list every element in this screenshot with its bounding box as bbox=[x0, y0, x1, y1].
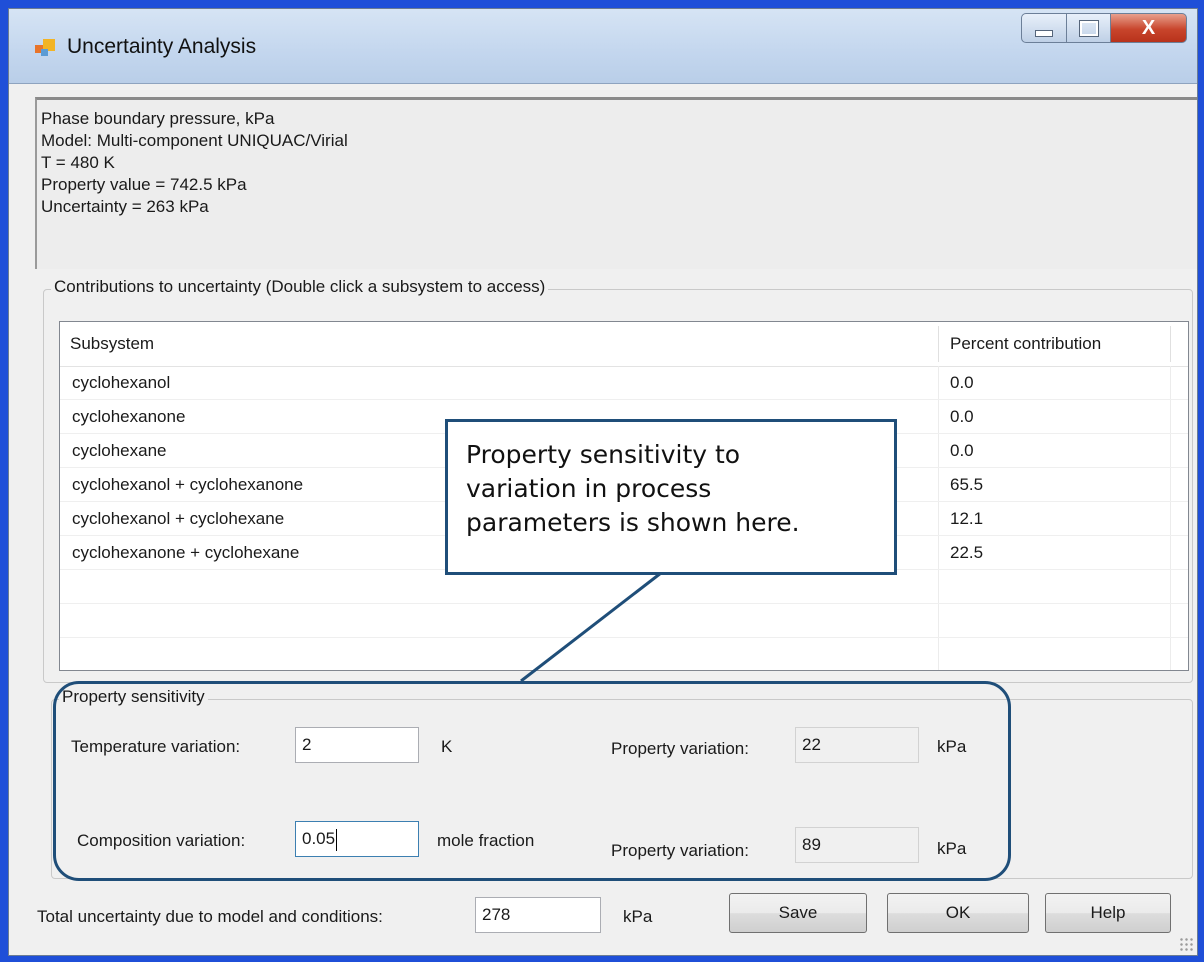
total-uncertainty-label: Total uncertainty due to model and condi… bbox=[37, 907, 383, 926]
info-line: T = 480 K bbox=[41, 153, 115, 172]
total-uncertainty-unit: kPa bbox=[623, 907, 653, 926]
column-header-percent[interactable]: Percent contribution bbox=[940, 322, 1170, 366]
uncertainty-analysis-window: Uncertainty Analysis X Phase boundary pr… bbox=[8, 8, 1198, 956]
window-controls: X bbox=[1021, 13, 1187, 45]
subsystem-name: cyclohexanone bbox=[72, 407, 186, 426]
info-line: Model: Multi-component UNIQUAC/Virial bbox=[41, 131, 348, 150]
info-line: Uncertainty = 263 kPa bbox=[41, 197, 209, 216]
ok-button[interactable]: OK bbox=[887, 893, 1029, 933]
callout-line: Property sensitivity to bbox=[466, 440, 741, 469]
close-icon: X bbox=[1141, 16, 1156, 39]
minimize-button[interactable] bbox=[1021, 13, 1067, 43]
percent-value: 12.1 bbox=[950, 509, 984, 528]
resize-grip[interactable] bbox=[1179, 937, 1193, 951]
contributions-group-label: Contributions to uncertainty (Double cli… bbox=[51, 277, 549, 297]
subsystem-name: cyclohexanone + cyclohexane bbox=[72, 543, 300, 562]
maximize-icon bbox=[1078, 19, 1099, 37]
property-info-textbox[interactable]: Phase boundary pressure, kPa Model: Mult… bbox=[35, 97, 1197, 269]
annotation-highlight-outline bbox=[53, 681, 1011, 881]
percent-value: 0.0 bbox=[950, 441, 974, 460]
list-item[interactable]: cyclohexanol 0.0 bbox=[60, 366, 1188, 400]
percent-value: 0.0 bbox=[950, 407, 974, 426]
percent-value: 22.5 bbox=[950, 543, 984, 562]
minimize-icon bbox=[1035, 29, 1053, 37]
subsystem-name: cyclohexanol + cyclohexanone bbox=[72, 475, 304, 494]
percent-value: 0.0 bbox=[950, 373, 974, 392]
empty-list-row bbox=[60, 638, 1188, 670]
subsystem-name: cyclohexane bbox=[72, 441, 167, 460]
column-header-subsystem[interactable]: Subsystem bbox=[60, 322, 938, 366]
app-icon bbox=[35, 37, 57, 59]
empty-list-row bbox=[60, 570, 1188, 604]
window-title: Uncertainty Analysis bbox=[67, 35, 257, 58]
list-header: Subsystem Percent contribution bbox=[60, 322, 1188, 367]
title-bar[interactable]: Uncertainty Analysis X bbox=[9, 9, 1197, 84]
total-uncertainty-input[interactable]: 278 bbox=[475, 897, 601, 933]
percent-value: 65.5 bbox=[950, 475, 984, 494]
info-line: Phase boundary pressure, kPa bbox=[41, 109, 275, 128]
save-button[interactable]: Save bbox=[729, 893, 867, 933]
empty-list-row bbox=[60, 604, 1188, 638]
close-button[interactable]: X bbox=[1111, 13, 1187, 43]
subsystem-name: cyclohexanol + cyclohexane bbox=[72, 509, 285, 528]
subsystem-name: cyclohexanol bbox=[72, 373, 171, 392]
info-line: Property value = 742.5 kPa bbox=[41, 175, 247, 194]
help-button[interactable]: Help bbox=[1045, 893, 1171, 933]
annotation-callout: Property sensitivity to variation in pro… bbox=[445, 419, 897, 575]
callout-line: parameters is shown here. bbox=[466, 508, 800, 537]
callout-line: variation in process bbox=[466, 474, 712, 503]
maximize-button[interactable] bbox=[1067, 13, 1111, 43]
